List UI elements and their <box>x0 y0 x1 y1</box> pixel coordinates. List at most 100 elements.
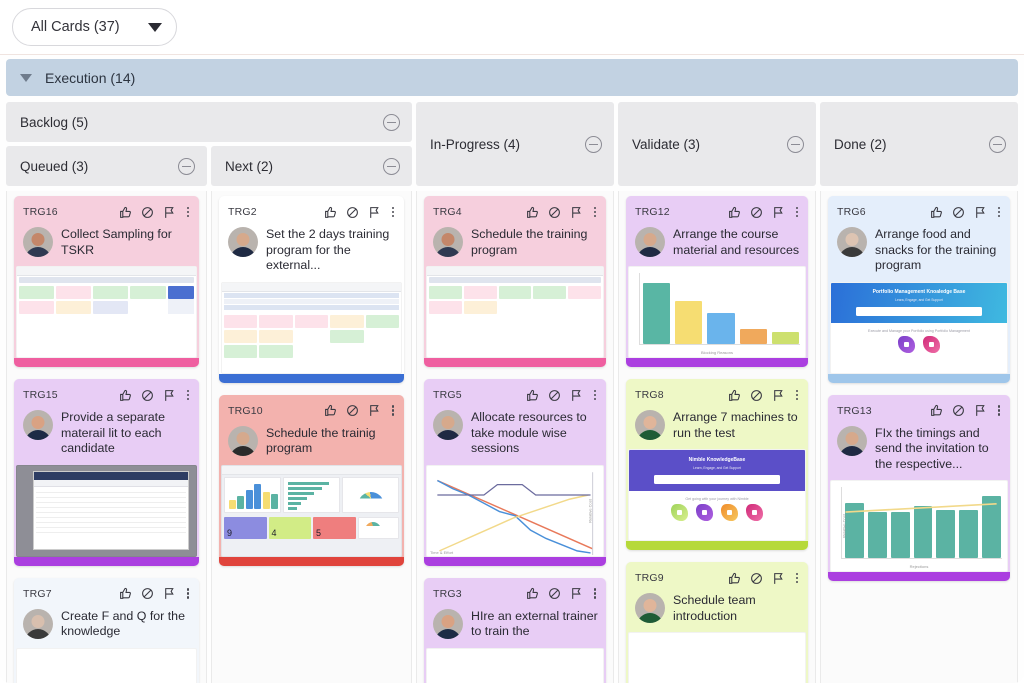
column-header-queued[interactable]: Queued (3) <box>6 146 207 186</box>
flag-icon[interactable] <box>368 206 381 219</box>
more-vertical-icon[interactable] <box>996 405 1002 416</box>
blocked-circle-icon[interactable] <box>346 404 359 417</box>
blocked-circle-icon[interactable] <box>952 206 965 219</box>
thumbs-up-icon[interactable] <box>119 206 132 219</box>
flag-icon[interactable] <box>772 572 785 585</box>
more-vertical-icon[interactable] <box>390 405 396 416</box>
blocked-circle-icon[interactable] <box>548 206 561 219</box>
lane-next[interactable]: TRG2 Set the 2 days training program for… <box>211 191 412 683</box>
more-vertical-icon[interactable] <box>592 206 598 218</box>
thumbs-up-icon[interactable] <box>119 389 132 402</box>
collapse-column-icon[interactable] <box>178 157 195 175</box>
flag-icon[interactable] <box>570 389 583 402</box>
card-trg10[interactable]: TRG10 Schedule the trainig program 9 4 5 <box>219 394 404 566</box>
more-vertical-icon[interactable] <box>185 389 191 401</box>
thumbs-up-icon[interactable] <box>728 389 741 402</box>
card-title: Schedule the trainig program <box>266 425 376 456</box>
more-vertical-icon[interactable] <box>592 389 598 401</box>
lane-queued[interactable]: TRG16 Collect Sampling for TSKR TRG15 Pr… <box>6 191 207 683</box>
blocked-circle-icon[interactable] <box>952 404 965 417</box>
card-trg3[interactable]: TRG3 HIre an external trainer to train t… <box>424 577 606 683</box>
blocked-circle-icon[interactable] <box>141 206 154 219</box>
column-header-in-progress[interactable]: In-Progress (4) <box>416 102 614 186</box>
blocked-circle-icon[interactable] <box>750 572 763 585</box>
blocked-circle-icon[interactable] <box>141 587 154 600</box>
flag-icon[interactable] <box>368 404 381 417</box>
card-action-icons <box>119 389 191 402</box>
thumbs-up-icon[interactable] <box>324 206 337 219</box>
flag-icon[interactable] <box>570 587 583 600</box>
flag-icon[interactable] <box>974 404 987 417</box>
blocked-circle-icon[interactable] <box>548 587 561 600</box>
avatar <box>433 227 463 257</box>
avatar <box>23 227 53 257</box>
all-cards-filter-dropdown[interactable]: All Cards (37) <box>12 8 177 46</box>
more-vertical-icon[interactable] <box>794 206 800 218</box>
thumbs-up-icon[interactable] <box>526 587 539 600</box>
avatar <box>635 593 665 623</box>
card-id: TRG13 <box>837 404 872 417</box>
collapse-column-icon[interactable] <box>787 135 804 153</box>
card-trg6[interactable]: TRG6 Arrange food and snacks for the tra… <box>828 196 1010 383</box>
avatar <box>228 425 258 456</box>
lane-done[interactable]: TRG6 Arrange food and snacks for the tra… <box>820 191 1018 683</box>
lane-in-progress[interactable]: TRG4 Schedule the training program TRG5 … <box>416 191 614 683</box>
thumbs-up-icon[interactable] <box>526 389 539 402</box>
thumbs-up-icon[interactable] <box>526 206 539 219</box>
thumbs-up-icon[interactable] <box>728 206 741 219</box>
more-vertical-icon[interactable] <box>390 206 396 218</box>
swimlane-header-execution[interactable]: Execution (14) <box>6 59 1018 96</box>
card-trg9[interactable]: TRG9 Schedule team introduction <box>626 562 808 683</box>
card-trg13[interactable]: TRG13 FIx the timings and send the invit… <box>828 394 1010 581</box>
collapse-column-icon[interactable] <box>585 135 602 153</box>
thumbs-up-icon[interactable] <box>324 404 337 417</box>
more-vertical-icon[interactable] <box>794 572 800 584</box>
collapse-column-icon[interactable] <box>989 135 1006 153</box>
card-thumbnail-burndown-chart: Relative Cost Time & Effort <box>426 464 604 557</box>
blocked-circle-icon[interactable] <box>750 206 763 219</box>
card-action-icons <box>728 206 800 219</box>
blocked-circle-icon[interactable] <box>346 206 359 219</box>
card-thumbnail <box>426 647 604 683</box>
flag-icon[interactable] <box>974 206 987 219</box>
thumbs-up-icon[interactable] <box>728 572 741 585</box>
flag-icon[interactable] <box>163 587 176 600</box>
card-trg12[interactable]: TRG12 Arrange the course material and re… <box>626 196 808 367</box>
flag-icon[interactable] <box>163 389 176 402</box>
thumbs-up-icon[interactable] <box>930 404 943 417</box>
more-vertical-icon[interactable] <box>592 588 598 599</box>
more-vertical-icon[interactable] <box>185 206 191 218</box>
more-vertical-icon[interactable] <box>794 389 800 401</box>
column-header-validate[interactable]: Validate (3) <box>618 102 816 186</box>
blocked-circle-icon[interactable] <box>141 389 154 402</box>
column-header-next[interactable]: Next (2) <box>211 146 412 186</box>
card-trg8[interactable]: TRG8 Arrange 7 machines to run the test <box>626 379 808 550</box>
avatar <box>228 227 258 257</box>
card-thumbnail <box>628 632 806 683</box>
blocked-circle-icon[interactable] <box>548 389 561 402</box>
blocked-circle-icon[interactable] <box>750 389 763 402</box>
thumbs-up-icon[interactable] <box>119 587 132 600</box>
card-trg4[interactable]: TRG4 Schedule the training program <box>424 196 606 367</box>
card-footer-bar <box>424 358 606 367</box>
more-vertical-icon[interactable] <box>185 588 191 599</box>
collapse-column-icon[interactable] <box>383 113 400 131</box>
flag-icon[interactable] <box>570 206 583 219</box>
thumbs-up-icon[interactable] <box>930 206 943 219</box>
column-header-backlog[interactable]: Backlog (5) <box>6 102 412 142</box>
lane-validate[interactable]: TRG12 Arrange the course material and re… <box>618 191 816 683</box>
card-trg2[interactable]: TRG2 Set the 2 days training program for… <box>219 196 404 383</box>
card-trg5[interactable]: TRG5 Allocate resources to take module w… <box>424 379 606 566</box>
more-vertical-icon[interactable] <box>996 206 1002 218</box>
flag-icon[interactable] <box>163 206 176 219</box>
card-footer-bar <box>626 358 808 367</box>
card-trg7[interactable]: TRG7 Create F and Q for the knowledge <box>14 577 199 683</box>
card-trg16[interactable]: TRG16 Collect Sampling for TSKR <box>14 196 199 367</box>
card-footer-bar <box>219 556 404 566</box>
column-header-done[interactable]: Done (2) <box>820 102 1018 186</box>
card-trg15[interactable]: TRG15 Provide a separate materail lit to… <box>14 379 199 566</box>
card-thumbnail-knowledgebase: Nimble KnowledgeBase Learn, Engage, and … <box>628 449 806 541</box>
flag-icon[interactable] <box>772 206 785 219</box>
flag-icon[interactable] <box>772 389 785 402</box>
collapse-column-icon[interactable] <box>383 157 400 175</box>
